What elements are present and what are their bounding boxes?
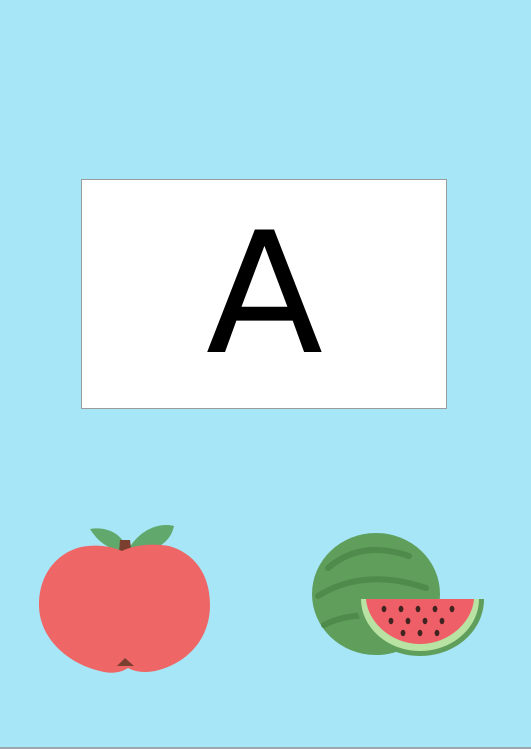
apple-icon [34,517,214,677]
watermelon-svg [312,533,484,656]
apple-svg [39,525,210,673]
card-letter: A [205,196,323,392]
watermelon-icon [308,532,488,664]
apple-body [39,544,210,673]
letter-card: A [81,179,447,409]
flashcard-page: A [0,0,531,749]
